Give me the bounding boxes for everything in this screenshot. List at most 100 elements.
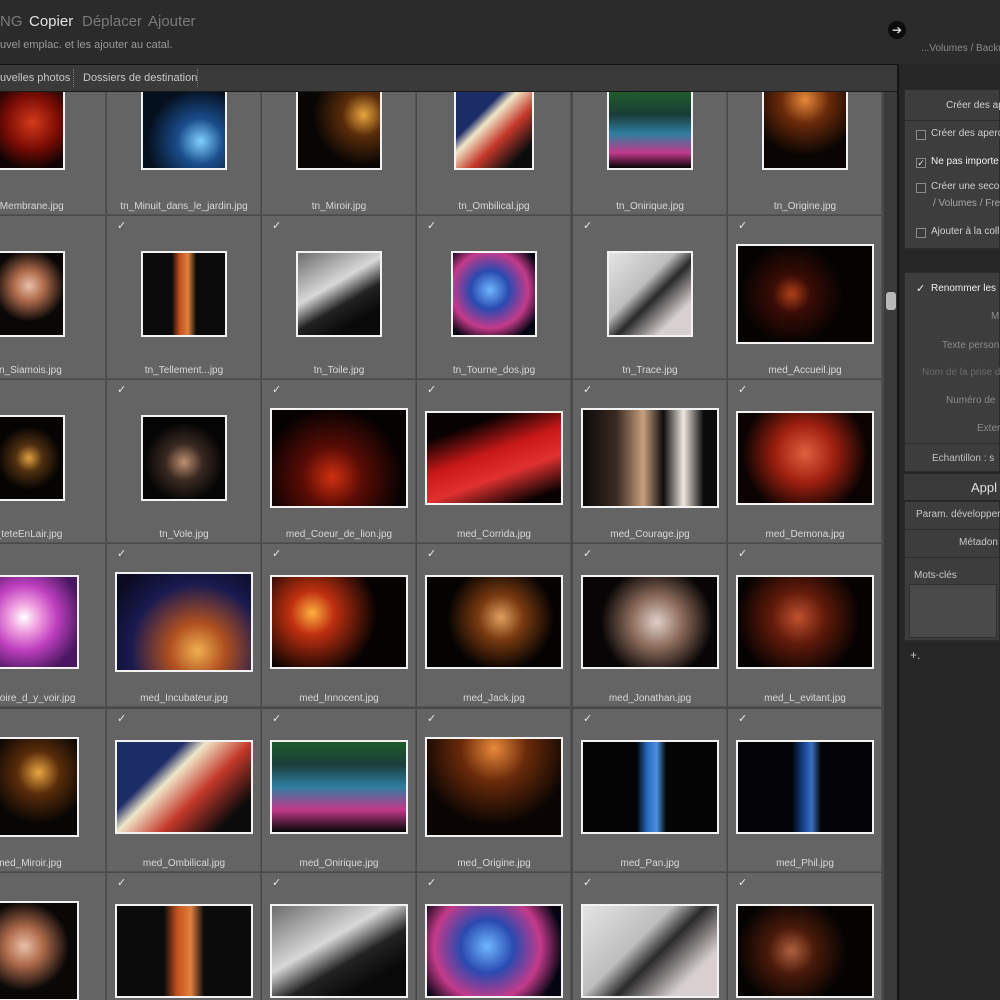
- option-row[interactable]: ✓ Ne pas importe: [905, 149, 1000, 175]
- tab-nouvelles-photos[interactable]: uvelles photos: [0, 65, 70, 91]
- photo-thumbnail[interactable]: [270, 740, 408, 834]
- photo-thumbnail[interactable]: [425, 411, 563, 505]
- photo-cell[interactable]: ✓ med_Innocent.jpg: [262, 544, 416, 707]
- mode-ajouter[interactable]: Ajouter: [148, 13, 196, 30]
- photo-thumbnail[interactable]: [454, 92, 534, 170]
- photo-select-checkbox[interactable]: ✓: [738, 878, 747, 889]
- photo-cell[interactable]: ✓ tn_Toile.jpg: [262, 216, 416, 379]
- photo-thumbnail[interactable]: [296, 251, 382, 337]
- photo-thumbnail[interactable]: [0, 92, 65, 170]
- develop-settings-row[interactable]: Param. développer: [905, 502, 1000, 528]
- photo-select-checkbox[interactable]: ✓: [738, 549, 747, 560]
- rename-field[interactable]: Nom de la prise d: [905, 360, 1000, 386]
- photo-thumbnail[interactable]: [607, 92, 693, 170]
- arrow-right-icon[interactable]: ➔: [888, 21, 906, 39]
- photo-cell[interactable]: tn_Ombilical.jpg: [417, 92, 571, 215]
- photo-thumbnail[interactable]: [115, 572, 253, 672]
- photo-cell[interactable]: ✓ tn_Trace.jpg: [573, 216, 727, 379]
- photo-select-checkbox[interactable]: ✓: [117, 549, 126, 560]
- photo-cell[interactable]: _teteEnLair.jpg: [0, 380, 106, 543]
- photo-thumbnail[interactable]: [115, 740, 253, 834]
- photo-select-checkbox[interactable]: ✓: [272, 221, 281, 232]
- photo-cell[interactable]: ✓ med_Origine.jpg: [417, 709, 571, 872]
- photo-cell[interactable]: tn_Minuit_dans_le_jardin.jpg: [107, 92, 261, 215]
- rename-row[interactable]: ✓ Renommer les: [905, 276, 1000, 302]
- mode-ng[interactable]: NG: [0, 13, 23, 30]
- add-preset-button[interactable]: +.: [910, 648, 920, 662]
- second-copy-path[interactable]: / Volumes / Fre: [905, 191, 1000, 217]
- photo-select-checkbox[interactable]: ✓: [272, 385, 281, 396]
- photo-cell[interactable]: ✓ tn_Tourne_dos.jpg: [417, 216, 571, 379]
- option-row[interactable]: Créer des aperç: [905, 121, 1000, 147]
- photo-select-checkbox[interactable]: ✓: [583, 385, 592, 396]
- keywords-input[interactable]: [909, 584, 997, 638]
- photo-select-checkbox[interactable]: ✓: [272, 714, 281, 725]
- checkbox[interactable]: [916, 228, 926, 238]
- photo-select-checkbox[interactable]: ✓: [583, 714, 592, 725]
- photo-cell[interactable]: ✓ med_Phil.jpg: [728, 709, 882, 872]
- mode-copier[interactable]: Copier: [29, 13, 73, 30]
- photo-thumbnail[interactable]: [581, 575, 719, 669]
- photo-cell[interactable]: ✓: [417, 873, 571, 1000]
- photo-cell[interactable]: ✓ med_Jack.jpg: [417, 544, 571, 707]
- photo-thumbnail[interactable]: [736, 740, 874, 834]
- photo-thumbnail[interactable]: [581, 408, 719, 508]
- scrollbar-thumb[interactable]: [886, 292, 896, 310]
- photo-cell[interactable]: tn_Onirique.jpg: [573, 92, 727, 215]
- photo-thumbnail[interactable]: [115, 904, 253, 998]
- photo-thumbnail[interactable]: [141, 415, 227, 501]
- photo-thumbnail[interactable]: [736, 904, 874, 998]
- photo-select-checkbox[interactable]: ✓: [583, 549, 592, 560]
- photo-cell[interactable]: ✓ med_Accueil.jpg: [728, 216, 882, 379]
- photo-cell[interactable]: ✓ med_Incubateur.jpg: [107, 544, 261, 707]
- photo-select-checkbox[interactable]: ✓: [117, 714, 126, 725]
- photo-thumbnail[interactable]: [141, 251, 227, 337]
- photo-cell[interactable]: ✓: [262, 873, 416, 1000]
- rename-field[interactable]: Texte person: [905, 333, 1000, 359]
- photo-cell[interactable]: ✓ med_Pan.jpg: [573, 709, 727, 872]
- photo-thumbnail[interactable]: [581, 904, 719, 998]
- photo-cell[interactable]: tn_Miroir.jpg: [262, 92, 416, 215]
- photo-cell[interactable]: ✓ tn_Vole.jpg: [107, 380, 261, 543]
- apply-during-import-header[interactable]: Appl: [904, 474, 1000, 500]
- rename-field[interactable]: Exter: [905, 416, 1000, 442]
- photo-thumbnail[interactable]: [0, 737, 79, 837]
- photo-cell[interactable]: tn_Siamois.jpg: [0, 216, 106, 379]
- photo-cell[interactable]: ✓ med_Demona.jpg: [728, 380, 882, 543]
- photo-thumbnail[interactable]: [270, 575, 408, 669]
- photo-thumbnail[interactable]: [296, 92, 382, 170]
- photo-thumbnail[interactable]: [762, 92, 848, 170]
- photo-cell[interactable]: _Membrane.jpg: [0, 92, 106, 215]
- photo-cell[interactable]: med_Miroir.jpg: [0, 709, 106, 872]
- photo-select-checkbox[interactable]: ✓: [427, 549, 436, 560]
- photo-thumbnail[interactable]: [270, 904, 408, 998]
- checkbox[interactable]: [916, 130, 926, 140]
- photo-thumbnail[interactable]: [425, 904, 563, 998]
- photo-cell[interactable]: [0, 873, 106, 1000]
- photo-cell[interactable]: ✓ med_Corrida.jpg: [417, 380, 571, 543]
- photo-thumbnail[interactable]: [141, 92, 227, 170]
- photo-thumbnail[interactable]: [425, 575, 563, 669]
- photo-thumbnail[interactable]: [607, 251, 693, 337]
- photo-thumbnail[interactable]: [451, 251, 537, 337]
- photo-select-checkbox[interactable]: ✓: [738, 714, 747, 725]
- photo-select-checkbox[interactable]: ✓: [117, 221, 126, 232]
- metadata-row[interactable]: Métadon: [905, 530, 1000, 556]
- photo-select-checkbox[interactable]: ✓: [738, 221, 747, 232]
- checkbox[interactable]: ✓: [916, 284, 925, 295]
- photo-select-checkbox[interactable]: ✓: [583, 221, 592, 232]
- photo-thumbnail[interactable]: [270, 408, 408, 508]
- photo-cell[interactable]: ✓ med_Jonathan.jpg: [573, 544, 727, 707]
- photo-select-checkbox[interactable]: ✓: [738, 385, 747, 396]
- checkbox[interactable]: ✓: [916, 158, 926, 168]
- photo-select-checkbox[interactable]: ✓: [117, 878, 126, 889]
- rename-field[interactable]: M: [905, 304, 1000, 330]
- photo-cell[interactable]: ✓ med_Ombilical.jpg: [107, 709, 261, 872]
- photo-select-checkbox[interactable]: ✓: [272, 878, 281, 889]
- photo-cell[interactable]: ✓: [107, 873, 261, 1000]
- photo-thumbnail[interactable]: [0, 251, 65, 337]
- photo-select-checkbox[interactable]: ✓: [427, 714, 436, 725]
- photo-select-checkbox[interactable]: ✓: [427, 878, 436, 889]
- photo-select-checkbox[interactable]: ✓: [272, 549, 281, 560]
- photo-thumbnail[interactable]: [425, 737, 563, 837]
